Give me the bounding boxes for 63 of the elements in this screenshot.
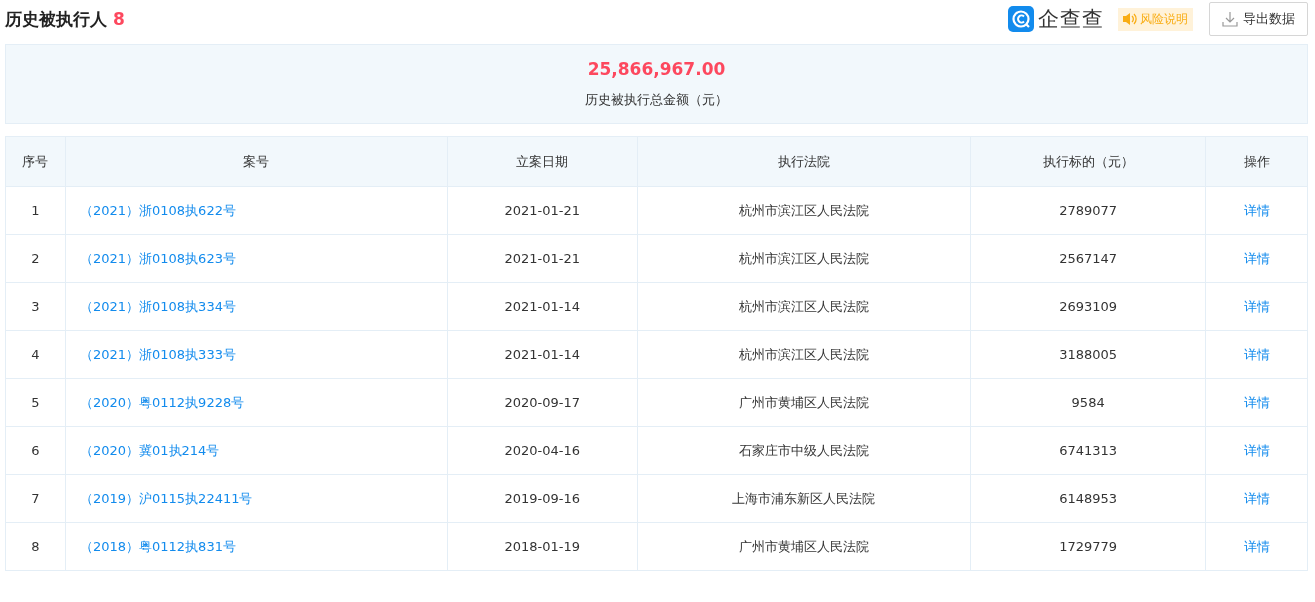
- table-cell: 2021-01-21: [447, 234, 638, 283]
- column-header: 案号: [65, 136, 448, 187]
- table-cell: 6148953: [970, 474, 1206, 523]
- table-cell: 2789077: [970, 186, 1206, 235]
- table-cell: 3188005: [970, 330, 1206, 379]
- table-cell: 8: [5, 522, 66, 571]
- case-number-link[interactable]: （2020）粤0112执9228号: [79, 394, 245, 410]
- table-cell: 1729779: [970, 522, 1206, 571]
- table-cell: 2019-09-16: [447, 474, 638, 523]
- logo-icon: [1008, 6, 1034, 32]
- section-title: 历史被执行人: [5, 7, 107, 31]
- table-cell: 上海市浦东新区人民法院: [637, 474, 971, 523]
- case-number-link[interactable]: （2021）浙0108执333号: [79, 346, 236, 362]
- detail-link[interactable]: 详情: [1243, 442, 1270, 458]
- speaker-icon: [1123, 13, 1137, 25]
- table-cell: 2567147: [970, 234, 1206, 283]
- table-cell: 3: [5, 282, 66, 331]
- table-cell: 杭州市滨江区人民法院: [637, 234, 971, 283]
- total-amount: 25,866,967.00: [587, 59, 726, 79]
- detail-link[interactable]: 详情: [1243, 202, 1270, 218]
- table-cell: 2: [5, 234, 66, 283]
- detail-link[interactable]: 详情: [1243, 346, 1270, 362]
- case-number-link[interactable]: （2019）沪0115执22411号: [79, 490, 253, 506]
- table-cell: 杭州市滨江区人民法院: [637, 330, 971, 379]
- column-header: 执行法院: [637, 136, 971, 187]
- table-cell: 9584: [970, 378, 1206, 427]
- table-cell: 1: [5, 186, 66, 235]
- total-amount-label: 历史被执行总金额（元）: [585, 91, 728, 109]
- detail-link[interactable]: 详情: [1243, 394, 1270, 410]
- case-number-link[interactable]: （2021）浙0108执334号: [79, 298, 236, 314]
- detail-link[interactable]: 详情: [1243, 250, 1270, 266]
- case-number-link[interactable]: （2021）浙0108执622号: [79, 202, 236, 218]
- detail-link[interactable]: 详情: [1243, 490, 1270, 506]
- table-cell: 6741313: [970, 426, 1206, 475]
- table-cell: 2021-01-21: [447, 186, 638, 235]
- case-number-link[interactable]: （2018）粤0112执831号: [79, 538, 236, 554]
- column-header: 执行标的（元）: [970, 136, 1206, 187]
- record-count: 8: [113, 9, 125, 29]
- table-cell: 2020-04-16: [447, 426, 638, 475]
- table-cell: 7: [5, 474, 66, 523]
- table-cell: 杭州市滨江区人民法院: [637, 282, 971, 331]
- column-header: 操作: [1205, 136, 1308, 187]
- table-cell: 2018-01-19: [447, 522, 638, 571]
- table-cell: 2693109: [970, 282, 1206, 331]
- table-cell: 广州市黄埔区人民法院: [637, 522, 971, 571]
- table-cell: 5: [5, 378, 66, 427]
- logo-text: 企查查: [1038, 6, 1104, 33]
- case-number-link[interactable]: （2021）浙0108执623号: [79, 250, 236, 266]
- table-cell: 6: [5, 426, 66, 475]
- column-header: 立案日期: [447, 136, 638, 187]
- column-header: 序号: [5, 136, 66, 187]
- table-cell: 2020-09-17: [447, 378, 638, 427]
- table-cell: 2021-01-14: [447, 330, 638, 379]
- table-cell: 杭州市滨江区人民法院: [637, 186, 971, 235]
- export-button[interactable]: 导出数据: [1209, 2, 1308, 36]
- table-cell: 4: [5, 330, 66, 379]
- table-cell: 2021-01-14: [447, 282, 638, 331]
- detail-link[interactable]: 详情: [1243, 538, 1270, 554]
- case-number-link[interactable]: （2020）冀01执214号: [79, 442, 220, 458]
- table-cell: 石家庄市中级人民法院: [637, 426, 971, 475]
- table-cell: 广州市黄埔区人民法院: [637, 378, 971, 427]
- detail-link[interactable]: 详情: [1243, 298, 1270, 314]
- download-icon: [1222, 11, 1238, 27]
